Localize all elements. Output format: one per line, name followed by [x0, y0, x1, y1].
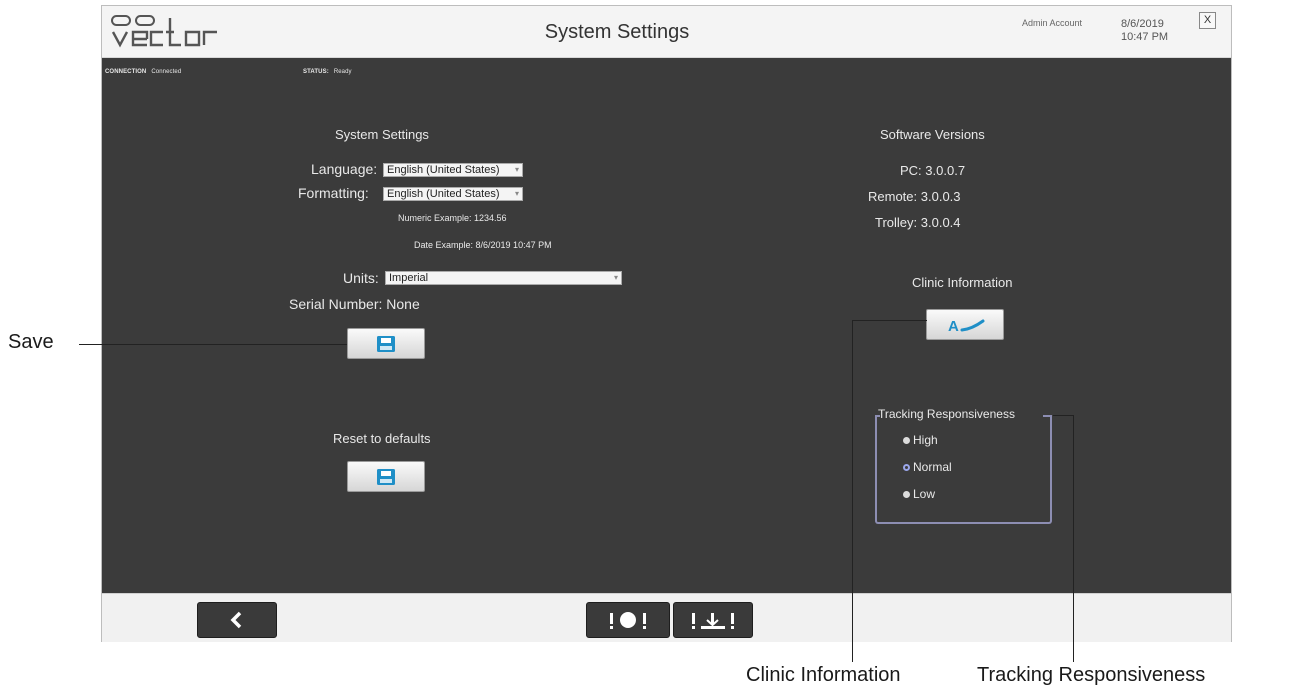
- radio-high[interactable]: High: [903, 433, 938, 447]
- signature-icon: A: [948, 318, 985, 335]
- back-button[interactable]: [197, 602, 277, 638]
- radio-icon: [903, 437, 910, 445]
- page-title: System Settings: [544, 21, 690, 43]
- reset-label: Reset to defaults: [333, 431, 431, 446]
- serial-number: Serial Number: None: [289, 296, 420, 312]
- software-versions-heading: Software Versions: [880, 127, 985, 142]
- formatting-dropdown[interactable]: English (United States) ▾: [383, 187, 523, 201]
- tracking-callout-line: [1073, 415, 1074, 662]
- clinic-information-heading: Clinic Information: [912, 275, 1013, 290]
- system-settings-heading: System Settings: [335, 127, 429, 142]
- save-button[interactable]: [347, 328, 425, 359]
- clinic-callout-line: [852, 320, 927, 321]
- units-value: Imperial: [389, 272, 429, 284]
- floor-lock-icon: [692, 613, 734, 629]
- clinic-callout: Clinic Information: [746, 664, 901, 686]
- connection-status: CONNECTION Connected: [105, 69, 181, 75]
- footer-bar: [102, 593, 1231, 642]
- trolley-label: Trolley:: [875, 215, 918, 230]
- vector-logo: [110, 12, 225, 52]
- date-example: Date Example: 8/6/2019 10:47 PM: [414, 240, 552, 250]
- radio-low-label: Low: [913, 487, 936, 501]
- stop-all-button[interactable]: [586, 602, 670, 638]
- svg-text:A: A: [948, 318, 959, 335]
- trolley-version: Trolley: 3.0.0.4: [875, 215, 961, 230]
- tracking-callout-line: [1053, 415, 1074, 416]
- dropdown-arrow-icon: ▾: [514, 165, 519, 174]
- group-border: [1043, 415, 1052, 417]
- account-name: Admin Account: [1022, 18, 1083, 28]
- units-dropdown[interactable]: Imperial ▾: [385, 271, 622, 285]
- radio-icon: [903, 491, 910, 499]
- serial-label: Serial Number:: [289, 296, 383, 312]
- save-icon: [377, 468, 395, 485]
- save-callout: Save: [8, 331, 54, 353]
- time-text: 10:47 PM: [1121, 31, 1169, 43]
- pc-version: PC: 3.0.0.7: [900, 163, 965, 178]
- status-label: STATUS:: [303, 69, 329, 75]
- radio-low[interactable]: Low: [903, 487, 935, 501]
- radio-normal[interactable]: Normal: [903, 460, 952, 474]
- serial-value: None: [386, 296, 420, 312]
- remote-value: 3.0.0.3: [920, 189, 961, 204]
- floor-lock-button[interactable]: [673, 602, 753, 638]
- reset-defaults-button[interactable]: [347, 461, 425, 492]
- formatting-value: English (United States): [387, 188, 500, 200]
- clinic-information-button[interactable]: A: [926, 309, 1004, 340]
- language-value: English (United States): [387, 164, 500, 176]
- pc-value: 3.0.0.7: [925, 163, 966, 178]
- application-window: System Settings Admin Account 8/6/2019 1…: [101, 5, 1232, 642]
- save-callout-line: [79, 344, 347, 345]
- language-dropdown[interactable]: English (United States) ▾: [383, 163, 523, 177]
- units-label: Units:: [343, 270, 379, 286]
- clinic-callout-line: [852, 320, 853, 662]
- save-icon: [377, 335, 395, 352]
- status-value: Ready: [333, 69, 352, 75]
- date-text: 8/6/2019: [1121, 18, 1164, 30]
- radio-selected-icon: [903, 464, 910, 472]
- dropdown-arrow-icon: ▾: [613, 273, 618, 282]
- pc-label: PC:: [900, 163, 922, 178]
- formatting-label: Formatting:: [298, 185, 369, 201]
- tracking-responsiveness-group: [875, 415, 1052, 524]
- language-label: Language:: [311, 161, 378, 177]
- remote-version: Remote: 3.0.0.3: [868, 189, 961, 204]
- dropdown-arrow-icon: ▾: [514, 189, 519, 198]
- chevron-left-icon: [230, 611, 242, 629]
- date-time: 8/6/2019 10:47 PM: [1121, 18, 1168, 44]
- connection-label: CONNECTION: [105, 69, 147, 75]
- remote-label: Remote:: [868, 189, 918, 204]
- stop-all-icon: [610, 612, 646, 629]
- tracking-callout: Tracking Responsiveness: [977, 664, 1206, 686]
- close-button[interactable]: X: [1199, 12, 1216, 29]
- connection-value: Connected: [151, 69, 182, 75]
- numeric-example: Numeric Example: 1234.56: [398, 213, 507, 223]
- radio-high-label: High: [913, 433, 938, 447]
- title-bar: System Settings Admin Account 8/6/2019 1…: [102, 6, 1231, 58]
- trolley-value: 3.0.0.4: [920, 215, 961, 230]
- radio-normal-label: Normal: [913, 460, 952, 474]
- system-status: STATUS: Ready: [303, 69, 352, 75]
- tracking-responsiveness-heading: Tracking Responsiveness: [878, 407, 1015, 421]
